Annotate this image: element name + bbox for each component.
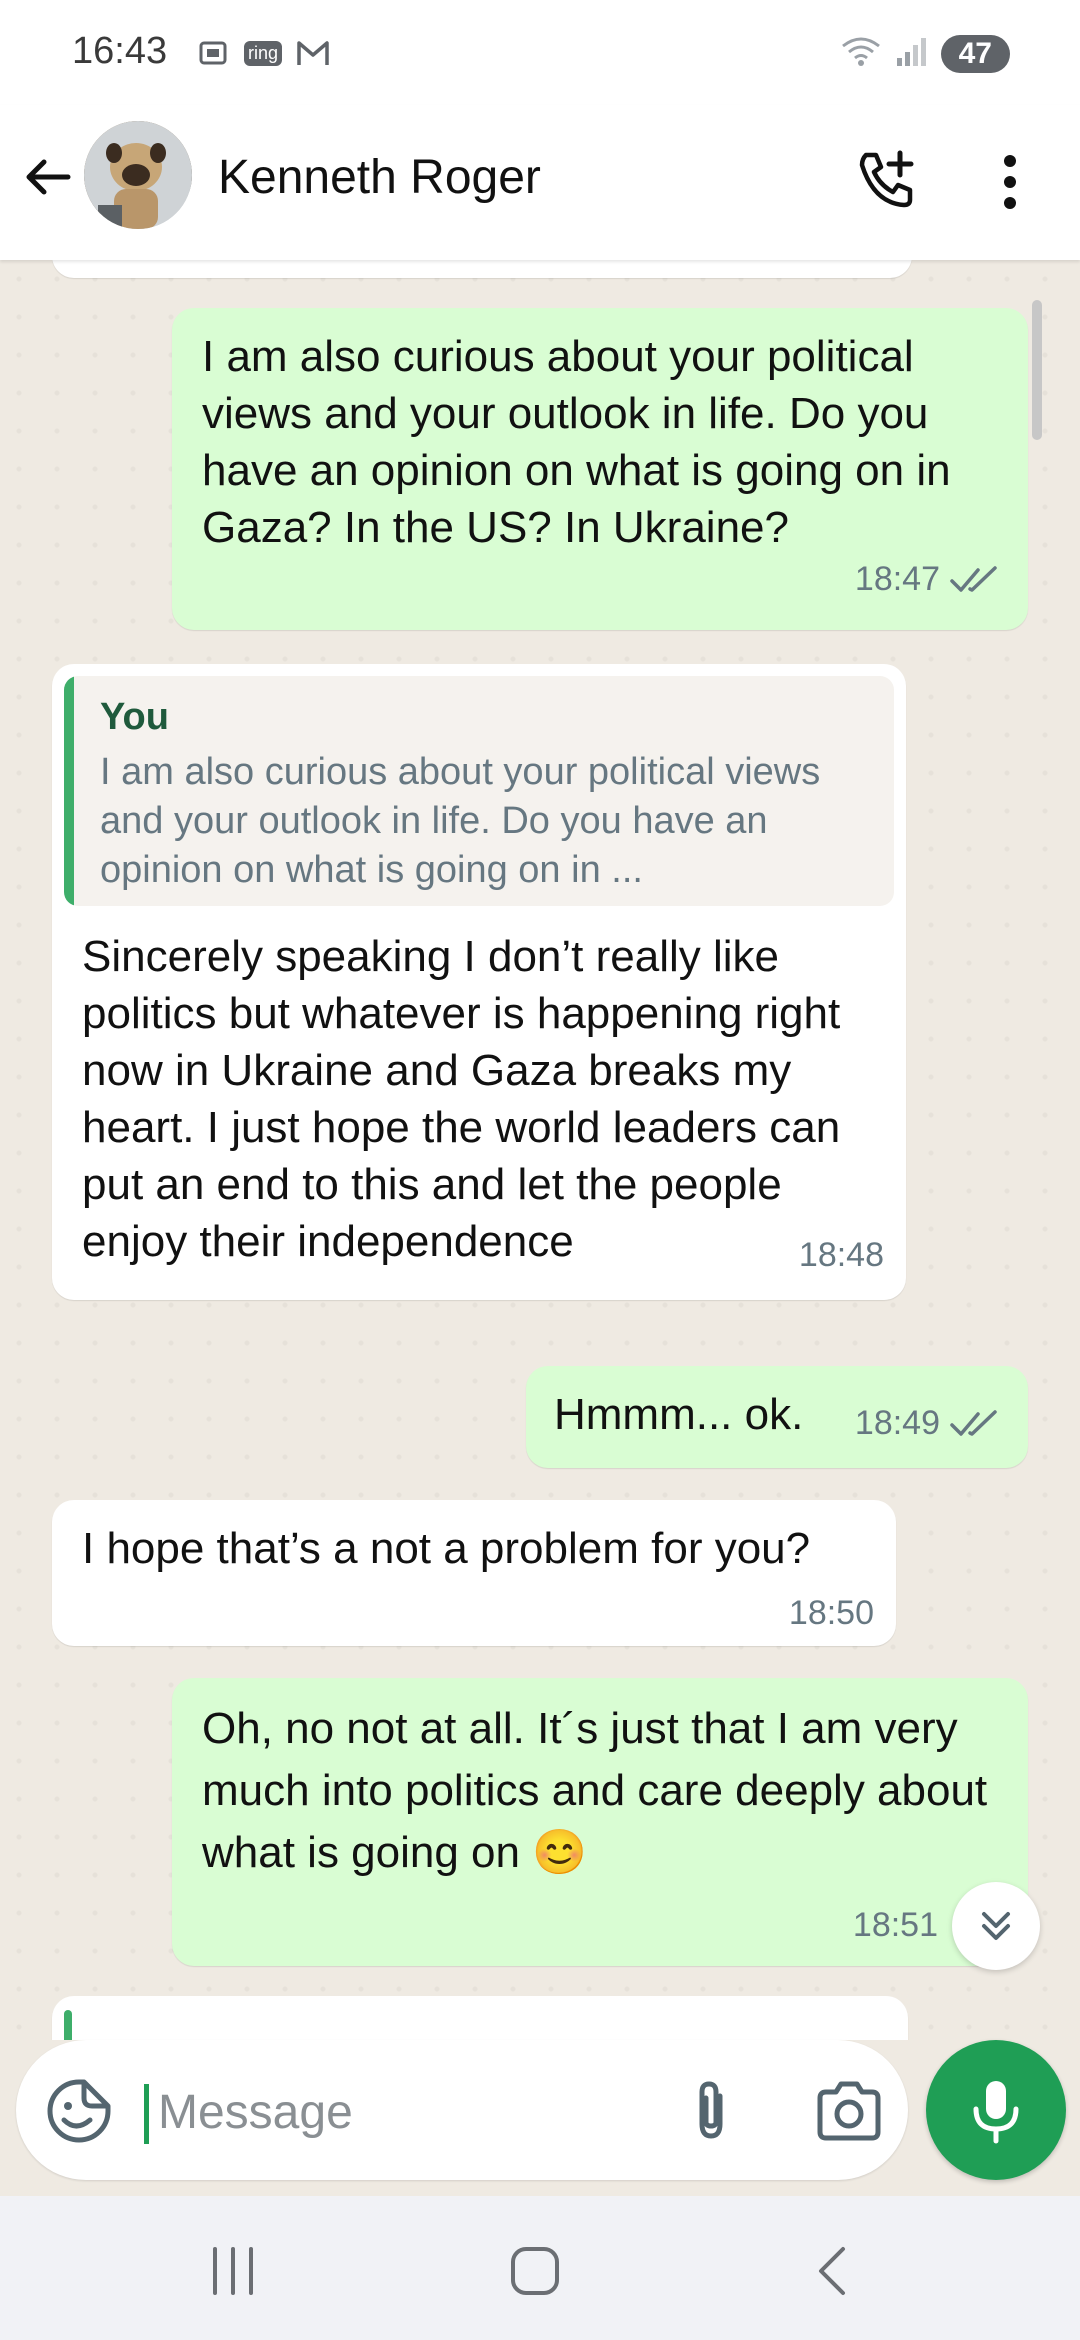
message-meta: 18:47 <box>855 560 1000 599</box>
double-check-icon <box>950 1409 997 1436</box>
message-bubble-incoming[interactable]: I hope that’s a not a problem for you? 1… <box>52 1500 896 1646</box>
message-text: I hope that’s a not a problem for you? <box>82 1524 811 1573</box>
more-vertical-icon[interactable] <box>990 147 1030 217</box>
quote-author: You <box>100 696 169 738</box>
next-message-bubble <box>52 1996 908 2040</box>
system-nav-bar <box>0 2196 1080 2340</box>
double-check-icon <box>950 565 997 592</box>
mic-icon <box>973 2081 1019 2144</box>
message-meta: 18:51 <box>853 1906 938 1945</box>
message-text: I am also curious about your political v… <box>202 332 951 552</box>
avatar[interactable] <box>84 121 192 229</box>
message-meta: 18:50 <box>789 1594 874 1633</box>
scrollbar[interactable] <box>1032 300 1042 440</box>
double-chevron-down-icon[interactable] <box>952 1882 1040 1970</box>
message-time: 18:51 <box>852 1906 938 1944</box>
message-text: Sincerely speaking I don’t really like p… <box>82 932 841 1266</box>
arrow-left-icon[interactable] <box>18 147 78 207</box>
status-bar: 16:43 ring 47 <box>0 0 1080 105</box>
message-meta: 18:48 <box>799 1236 884 1275</box>
message-time: 18:49 <box>854 1404 940 1442</box>
status-time: 16:43 <box>72 30 168 72</box>
message-bubble-outgoing[interactable]: Hmmm... ok. 18:49 <box>526 1366 1028 1468</box>
chat-header: Kenneth Roger <box>0 105 1080 260</box>
battery-badge: 47 <box>940 34 1010 73</box>
message-text: Hmmm... ok. <box>554 1390 804 1439</box>
reply-quote[interactable]: You I am also curious about your politic… <box>64 676 894 906</box>
call-add-icon[interactable] <box>852 145 922 215</box>
message-composer <box>16 2040 908 2180</box>
quote-accent-bar <box>64 676 74 906</box>
contact-name[interactable]: Kenneth Roger <box>218 150 541 205</box>
paperclip-icon[interactable] <box>676 2076 746 2146</box>
message-bubble-incoming[interactable]: You I am also curious about your politic… <box>52 664 906 1300</box>
quote-text: I am also curious about your political v… <box>100 751 821 891</box>
ring-app-icon: ring <box>244 40 283 66</box>
status-notification-icons: ring <box>196 36 330 70</box>
screenshot-icon <box>196 36 230 70</box>
message-time: 18:48 <box>798 1236 884 1274</box>
recent-apps-icon[interactable] <box>198 2236 268 2306</box>
message-time: 18:50 <box>788 1594 874 1632</box>
text-cursor <box>144 2084 149 2144</box>
previous-message-bubble <box>52 260 912 278</box>
home-icon[interactable] <box>500 2236 570 2306</box>
message-bubble-outgoing[interactable]: Oh, no not at all. It´s just that I am v… <box>172 1678 1028 1966</box>
status-system-icons: 47 <box>839 34 1010 73</box>
message-text: Oh, no not at all. It´s just that I am v… <box>202 1704 988 1877</box>
signal-icon <box>895 34 929 73</box>
gmail-icon <box>296 36 330 70</box>
message-meta: 18:49 <box>855 1404 1000 1443</box>
back-icon[interactable] <box>800 2236 870 2306</box>
chat-area[interactable]: I am also curious about your political v… <box>0 260 1080 2040</box>
message-bubble-outgoing[interactable]: I am also curious about your political v… <box>172 308 1028 630</box>
message-time: 18:47 <box>854 560 940 598</box>
wifi-icon <box>839 34 883 73</box>
sticker-icon[interactable] <box>44 2076 114 2146</box>
message-input[interactable] <box>156 2076 660 2148</box>
camera-icon[interactable] <box>812 2076 886 2146</box>
mic-button[interactable] <box>926 2040 1066 2180</box>
